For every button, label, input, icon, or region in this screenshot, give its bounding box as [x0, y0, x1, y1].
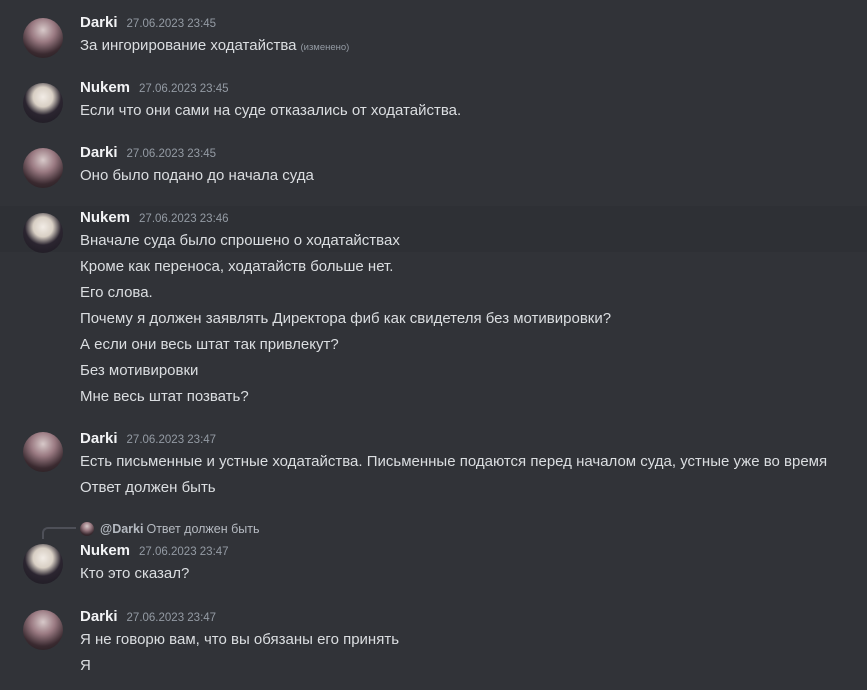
avatar[interactable]	[23, 18, 63, 58]
avatar[interactable]	[23, 83, 63, 123]
avatar[interactable]	[23, 544, 63, 584]
message-text: За ингорирование ходатайства (изменено)	[80, 37, 350, 54]
message-text: Кто это сказал?	[80, 565, 190, 582]
reply-author[interactable]: @Darki	[100, 522, 143, 536]
message-text: Есть письменные и устные ходатайства. Пи…	[80, 453, 828, 470]
avatar[interactable]	[23, 148, 63, 188]
message-text: Если что они сами на суде отказались от …	[80, 102, 462, 119]
timestamp[interactable]: 27.06.2023 23:46	[139, 213, 229, 225]
message-text: Кроме как переноса, ходатайств больше не…	[80, 258, 394, 275]
message-text: Почему я должен заявлять Директора фиб к…	[80, 310, 612, 327]
message-text: Без мотивировки	[80, 362, 199, 379]
message-text: Вначале суда было спрошено о ходатайства…	[80, 232, 400, 249]
edited-label: (изменено)	[300, 42, 350, 53]
timestamp[interactable]: 27.06.2023 23:47	[127, 434, 217, 446]
message-text: Его слова.	[80, 284, 153, 301]
message-text: А если они весь штат так привлекут?	[80, 336, 339, 353]
avatar[interactable]	[23, 213, 63, 253]
avatar[interactable]	[23, 432, 63, 472]
message-text: Я не говорю вам, что вы обязаны его прин…	[80, 631, 400, 648]
message-text: Ответ должен быть	[80, 479, 216, 496]
message-text: Я	[80, 657, 91, 674]
reply-avatar[interactable]	[80, 522, 94, 536]
timestamp[interactable]: 27.06.2023 23:45	[127, 18, 217, 30]
timestamp[interactable]: 27.06.2023 23:45	[139, 83, 229, 95]
username[interactable]: Nukem	[80, 542, 130, 559]
message-text: Оно было подано до начала суда	[80, 167, 314, 184]
username[interactable]: Darki	[80, 608, 118, 625]
avatar[interactable]	[23, 610, 63, 650]
reply-content[interactable]: Ответ должен быть	[146, 522, 259, 536]
timestamp[interactable]: 27.06.2023 23:47	[127, 612, 217, 624]
reply-spine	[42, 527, 76, 539]
timestamp[interactable]: 27.06.2023 23:47	[139, 546, 229, 558]
message-text: Мне весь штат позвать?	[80, 388, 249, 405]
reply-preview[interactable]: @Darki Ответ должен быть	[100, 522, 260, 536]
username[interactable]: Nukem	[80, 209, 130, 226]
timestamp[interactable]: 27.06.2023 23:45	[127, 148, 217, 160]
username[interactable]: Darki	[80, 430, 118, 447]
username[interactable]: Nukem	[80, 79, 130, 96]
username[interactable]: Darki	[80, 14, 118, 31]
username[interactable]: Darki	[80, 144, 118, 161]
